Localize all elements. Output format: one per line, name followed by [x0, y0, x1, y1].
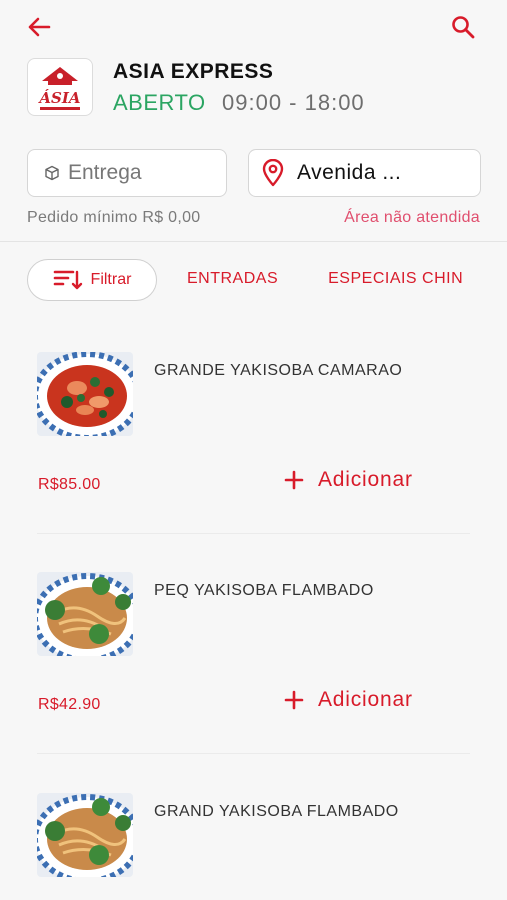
area-status-text: Área não atendida — [344, 209, 480, 226]
category-tabs: ENTRADAS ESPECIAIS CHIN — [187, 270, 507, 288]
product-image — [37, 793, 133, 877]
add-button[interactable]: Adicionar — [284, 468, 413, 492]
location-pin-icon — [262, 159, 284, 187]
product-price: R$42.90 — [38, 696, 101, 713]
divider — [0, 241, 507, 242]
store-status: ABERTO — [113, 90, 206, 115]
store-name: ASIA EXPRESS — [113, 60, 274, 83]
address-label: Avenida ... — [297, 161, 402, 184]
arrow-left-icon — [28, 17, 51, 37]
tab-especiais-chin[interactable]: ESPECIAIS CHIN — [328, 270, 463, 288]
svg-text:ÁSIA: ÁSIA — [37, 89, 80, 107]
tab-entradas[interactable]: ENTRADAS — [187, 270, 278, 288]
store-hours: 09:00 - 18:00 — [222, 90, 365, 115]
search-button[interactable] — [446, 12, 480, 42]
product-image — [37, 352, 133, 436]
back-button[interactable] — [22, 12, 56, 42]
divider — [37, 533, 470, 534]
product-price: R$85.00 — [38, 476, 101, 493]
sort-filter-icon — [53, 270, 82, 290]
delivery-mode-label: Entrega — [68, 161, 142, 184]
add-button-label: Adicionar — [318, 688, 413, 711]
plus-icon — [284, 690, 304, 710]
minimum-order-text: Pedido mínimo R$ 0,00 — [27, 209, 201, 226]
product-name: GRANDE YAKISOBA CAMARAO — [154, 362, 403, 379]
product-image — [37, 572, 133, 656]
box-icon — [45, 165, 59, 181]
product-name: PEQ YAKISOBA FLAMBADO — [154, 582, 374, 599]
store-logo: ÁSIA — [27, 58, 93, 116]
search-icon — [452, 16, 475, 39]
product-name: GRAND YAKISOBA FLAMBADO — [154, 803, 399, 820]
address-selector[interactable]: Avenida ... — [248, 149, 481, 197]
add-button-label: Adicionar — [318, 468, 413, 491]
plus-icon — [284, 470, 304, 490]
add-button[interactable]: Adicionar — [284, 688, 413, 712]
divider — [37, 753, 470, 754]
filter-button[interactable]: Filtrar — [27, 259, 157, 301]
filter-label: Filtrar — [90, 271, 132, 288]
delivery-mode-selector[interactable]: Entrega — [27, 149, 227, 197]
